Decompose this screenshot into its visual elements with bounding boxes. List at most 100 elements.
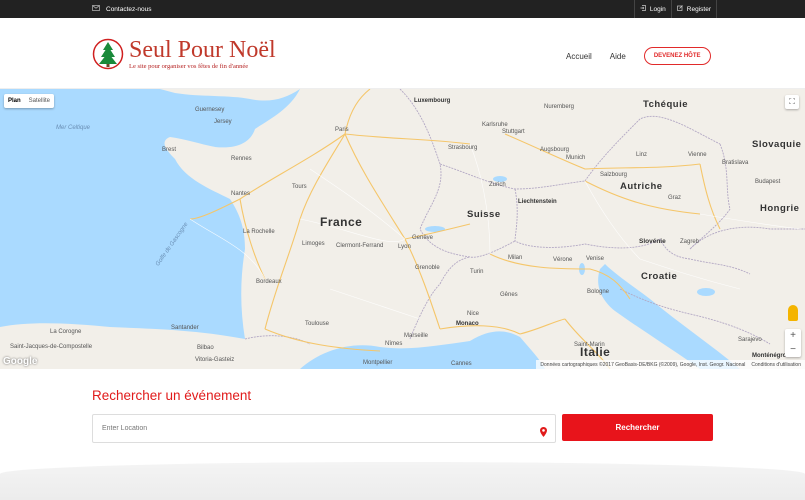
register-link[interactable]: Register (672, 5, 716, 13)
map-label-graz: Graz (668, 195, 682, 201)
map-label-bordeaux: Bordeaux (256, 279, 282, 285)
contact-label: Contactez-nous (106, 5, 152, 13)
map-label-nice: Nice (467, 311, 480, 317)
map-label-nuremberg: Nuremberg (544, 104, 575, 110)
terms-link[interactable]: Conditions d'utilisation (751, 362, 801, 368)
map-label-suisse: Suisse (467, 209, 501, 220)
map-label-lyon: Lyon (398, 244, 411, 250)
map-label-croatie: Croatie (641, 271, 678, 282)
fullscreen-icon[interactable]: ⛶ (785, 95, 799, 109)
map-label-sarajevo: Sarajevo (738, 337, 762, 343)
site-logo[interactable]: Seul Pour Noël Le site pour organiser vo… (92, 38, 276, 70)
map-label-santiago: Saint-Jacques-de-Compostelle (10, 344, 93, 350)
map-label-salzbourg: Salzbourg (600, 172, 628, 178)
map-label-mer-celtique: Mer Celtique (56, 125, 91, 131)
zoom-control: + − (785, 329, 801, 357)
map-type-plan[interactable]: Plan (4, 94, 25, 108)
search-title: Rechercher un événement (92, 388, 252, 403)
map-label-munich: Munich (566, 155, 586, 161)
map-label-linz: Linz (636, 152, 648, 158)
map-type-satellite[interactable]: Satellite (25, 94, 54, 108)
map-label-strasbourg: Strasbourg (448, 145, 478, 151)
zoom-in-button[interactable]: + (785, 329, 801, 343)
map-label-bratislava: Bratislava (722, 160, 749, 166)
map-label-santander: Santander (171, 325, 199, 331)
map-label-vitoria: Vitoria-Gasteiz (195, 357, 235, 363)
map-label-france: France (320, 215, 363, 229)
site-header: Seul Pour Noël Le site pour organiser vo… (0, 18, 805, 89)
map-label-hongrie: Hongrie (760, 203, 800, 214)
footer-band (0, 462, 805, 500)
map-label-lacorogne: La Corogne (50, 329, 82, 335)
login-label: Login (649, 5, 666, 13)
map-label-karlsruhe: Karlsruhe (482, 122, 508, 128)
map-label-marseille: Marseille (404, 333, 429, 339)
map-label-guernesey: Guernesey (195, 107, 225, 113)
logo-tagline: Le site pour organiser vos fêtes de fin … (129, 63, 249, 70)
map-label-luxembourg: Luxembourg (414, 98, 451, 104)
top-bar: Contactez-nous Login Register (0, 0, 805, 18)
map-label-augsbourg: Augsbourg (540, 147, 570, 153)
map-label-tours: Tours (292, 184, 307, 190)
street-view-pegman-icon[interactable] (788, 305, 798, 321)
map-attribution: Données cartographiques ©2017 GeoBasis-D… (536, 360, 805, 369)
map-label-verone: Vérone (553, 257, 573, 263)
location-search-field (92, 414, 556, 443)
login-link[interactable]: Login (635, 5, 671, 13)
map-label-liechtenstein: Liechtenstein (518, 199, 557, 205)
map-label-limoges: Limoges (302, 241, 325, 247)
edit-icon (676, 5, 683, 13)
map-label-grenoble: Grenoble (415, 265, 440, 271)
main-nav: Accueil Aide DEVENEZ HÔTE (566, 47, 711, 65)
logo-title: Seul Pour Noël (129, 37, 276, 63)
map-label-tcheque: Tchéquie (643, 99, 688, 110)
map-label-milan: Milan (508, 255, 523, 261)
nav-home[interactable]: Accueil (566, 52, 592, 61)
map-label-slovenie: Slovénie (639, 238, 666, 245)
map-label-venise: Venise (586, 256, 605, 262)
map-label-paris: Paris (335, 127, 349, 133)
envelope-icon (92, 5, 100, 13)
map-label-brest: Brest (162, 147, 177, 153)
map-label-cannes: Cannes (451, 361, 472, 367)
map-canvas[interactable] (0, 89, 805, 369)
map-label-larochelle: La Rochelle (243, 229, 275, 235)
map-label-zurich: Zurich (489, 182, 506, 188)
zoom-out-button[interactable]: − (785, 343, 801, 357)
map-label-clermont: Clermont-Ferrand (336, 243, 384, 249)
nav-help[interactable]: Aide (610, 52, 626, 61)
map-label-toulouse: Toulouse (305, 321, 330, 327)
map-label-sanmarin: Saint-Marin (574, 342, 605, 348)
register-label: Register (686, 5, 711, 13)
map-label-bilbao: Bilbao (197, 345, 214, 351)
google-logo: Google (3, 356, 38, 367)
map-label-geneve: Genève (412, 235, 434, 241)
map-label-montenegro: Monténégro (752, 353, 787, 359)
contact-link[interactable]: Contactez-nous (92, 5, 152, 13)
map-pin-icon (540, 424, 547, 442)
map-label-stuttgart: Stuttgart (502, 129, 525, 135)
map-label-monaco: Monaco (456, 321, 479, 327)
login-icon (640, 5, 646, 13)
map-label-rennes: Rennes (231, 156, 252, 162)
map-label-jersey: Jersey (214, 119, 232, 125)
become-host-button[interactable]: DEVENEZ HÔTE (643, 47, 711, 65)
map-label-montpellier: Montpellier (363, 360, 393, 366)
search-button[interactable]: Rechercher (562, 414, 713, 441)
map-label-zagreb: Zagreb (680, 239, 700, 245)
location-input[interactable] (93, 415, 523, 442)
map-label-genes: Gênes (500, 292, 518, 298)
attribution-text: Données cartographiques ©2017 GeoBasis-D… (540, 361, 746, 368)
divider (716, 0, 717, 18)
map-label-turin: Turin (470, 269, 484, 275)
map[interactable]: France Suisse Italie Autriche Tchéquie S… (0, 89, 805, 369)
map-label-budapest: Budapest (755, 179, 781, 185)
map-label-nimes: Nîmes (385, 341, 403, 347)
map-label-nantes: Nantes (231, 191, 251, 197)
map-label-autriche: Autriche (620, 181, 663, 192)
christmas-tree-icon (92, 38, 124, 70)
map-label-slovaquie: Slovaquie (752, 139, 802, 150)
map-type-toggle: Plan Satellite (4, 94, 55, 108)
map-label-bologne: Bologne (587, 289, 610, 295)
map-label-vienne: Vienne (688, 152, 707, 158)
